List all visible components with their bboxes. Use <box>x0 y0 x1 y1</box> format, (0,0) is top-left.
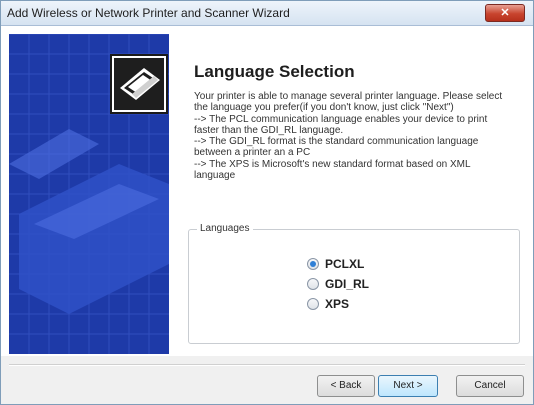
close-icon: ✕ <box>500 7 510 19</box>
description-line: between a printer an a PC <box>194 147 311 159</box>
description-line: --> The XPS is Microsoft's new standard … <box>194 158 471 170</box>
description-line: --> The PCL communication language enabl… <box>194 113 488 125</box>
description-line: the language you prefer(if you don't kno… <box>194 102 454 114</box>
radio-gdi-rl[interactable]: GDI_RL <box>307 276 369 292</box>
side-banner <box>9 34 169 354</box>
window-title: Add Wireless or Network Printer and Scan… <box>7 6 290 20</box>
radio-button-selected-icon[interactable] <box>307 258 319 270</box>
radio-label-xps[interactable]: XPS <box>325 297 349 311</box>
description-line: Your printer is able to manage several p… <box>194 91 503 102</box>
printer-icon <box>110 54 168 114</box>
description-line: --> The GDI_RL format is the standard co… <box>194 136 479 148</box>
radio-pclxl[interactable]: PCLXL <box>307 256 364 272</box>
wizard-content: Language Selection Your printer is able … <box>1 26 533 356</box>
description-text: Your printer is able to manage several p… <box>194 91 519 181</box>
description-line: language <box>194 170 236 182</box>
languages-group-label: Languages <box>197 223 253 234</box>
footer-divider <box>9 364 525 366</box>
radio-button-icon[interactable] <box>307 278 319 290</box>
radio-label-gdi-rl[interactable]: GDI_RL <box>325 277 369 291</box>
languages-group: Languages PCLXL GDI_RL XPS <box>188 223 520 344</box>
close-button[interactable]: ✕ <box>485 4 525 22</box>
back-button[interactable]: < Back <box>317 375 375 397</box>
radio-label-pclxl[interactable]: PCLXL <box>325 257 364 271</box>
page-title: Language Selection <box>194 62 355 81</box>
wizard-window: Add Wireless or Network Printer and Scan… <box>0 0 534 405</box>
cancel-button[interactable]: Cancel <box>456 375 524 397</box>
next-button[interactable]: Next > <box>378 375 438 397</box>
radio-xps[interactable]: XPS <box>307 296 349 312</box>
description-line: faster than the GDI_RL language. <box>194 124 344 136</box>
radio-button-icon[interactable] <box>307 298 319 310</box>
title-bar: Add Wireless or Network Printer and Scan… <box>1 1 533 26</box>
